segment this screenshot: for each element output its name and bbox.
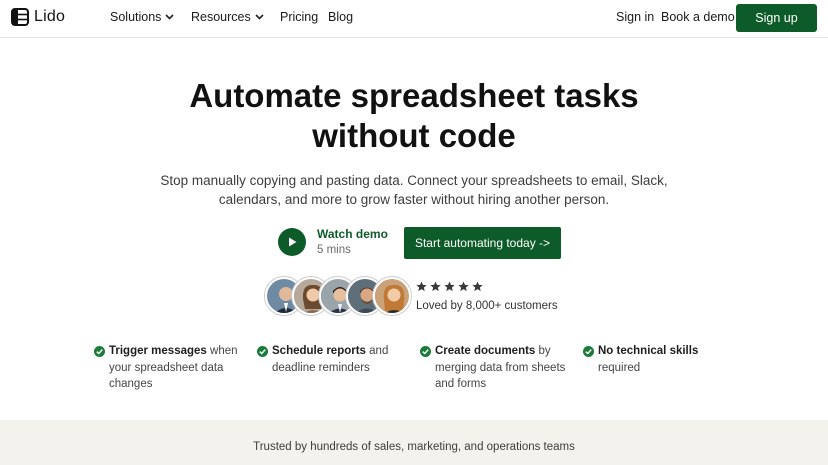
chevron-down-icon xyxy=(255,14,264,20)
feature-item: Create documents by merging data from sh… xyxy=(420,343,570,393)
feature-item: No technical skills required xyxy=(583,343,713,376)
hero-subtitle: Stop manually copying and pasting data. … xyxy=(160,173,668,207)
check-circle-icon xyxy=(583,346,594,357)
feature-text: Trigger messages when your spreadsheet d… xyxy=(109,343,244,393)
avatar xyxy=(373,277,411,315)
start-automating-button[interactable]: Start automating today -> xyxy=(404,227,561,259)
nav-solutions-label: Solutions xyxy=(110,10,162,24)
lido-logo-icon xyxy=(11,8,29,26)
nav-solutions[interactable]: Solutions xyxy=(110,10,175,24)
star-icon xyxy=(430,281,441,292)
chevron-down-icon xyxy=(165,14,175,20)
nav-pricing-label: Pricing xyxy=(280,10,319,24)
feature-text: No technical skills required xyxy=(598,343,713,376)
logo[interactable]: Lido xyxy=(11,8,65,26)
sign-in-link[interactable]: Sign in xyxy=(616,10,654,24)
nav-resources[interactable]: Resources xyxy=(191,10,264,24)
play-icon xyxy=(278,227,306,256)
check-circle-icon xyxy=(94,346,105,357)
hero-title-line-1: Automate spreadsheet tasks xyxy=(189,77,639,114)
check-circle-icon xyxy=(420,346,431,357)
feature-text: Create documents by merging data from sh… xyxy=(435,343,570,393)
book-demo-link[interactable]: Book a demo xyxy=(661,10,735,24)
trusted-text: Trusted by hundreds of sales, marketing,… xyxy=(253,441,575,453)
rating-stars xyxy=(416,281,483,292)
logo-text: Lido xyxy=(34,8,66,25)
watch-demo-length: 5 mins xyxy=(317,244,351,256)
feature-bold: Create documents xyxy=(435,345,536,357)
feature-item: Schedule reports and deadline reminders xyxy=(257,343,397,376)
nav-blog-label: Blog xyxy=(328,10,354,24)
top-nav: Lido Solutions Resources Pricing Blog Si… xyxy=(0,0,828,38)
feature-rest: required xyxy=(598,361,641,374)
watch-demo-text: Watch demo 5 mins xyxy=(317,227,388,256)
nav-pricing[interactable]: Pricing xyxy=(280,10,318,24)
star-icon xyxy=(472,281,483,292)
feature-text: Schedule reports and deadline reminders xyxy=(272,343,397,376)
watch-demo-button[interactable]: Watch demo 5 mins xyxy=(278,227,388,256)
sign-up-button[interactable]: Sign up xyxy=(736,4,817,32)
watch-demo-label: Watch demo xyxy=(317,227,388,241)
feature-bold: No technical skills xyxy=(598,345,699,357)
feature-item: Trigger messages when your spreadsheet d… xyxy=(94,343,244,393)
nav-blog[interactable]: Blog xyxy=(328,10,353,24)
nav-resources-label: Resources xyxy=(191,10,251,24)
star-icon xyxy=(444,281,455,292)
feature-bold: Schedule reports xyxy=(272,345,366,357)
hero-title: Automate spreadsheet tasks without code xyxy=(0,76,828,156)
star-icon xyxy=(416,281,427,292)
customer-count-text: Loved by 8,000+ customers xyxy=(416,300,558,312)
customer-avatars xyxy=(265,277,411,315)
hero-title-line-2: without code xyxy=(312,117,516,154)
star-icon xyxy=(458,281,469,292)
feature-bold: Trigger messages xyxy=(109,345,207,357)
check-circle-icon xyxy=(257,346,268,357)
